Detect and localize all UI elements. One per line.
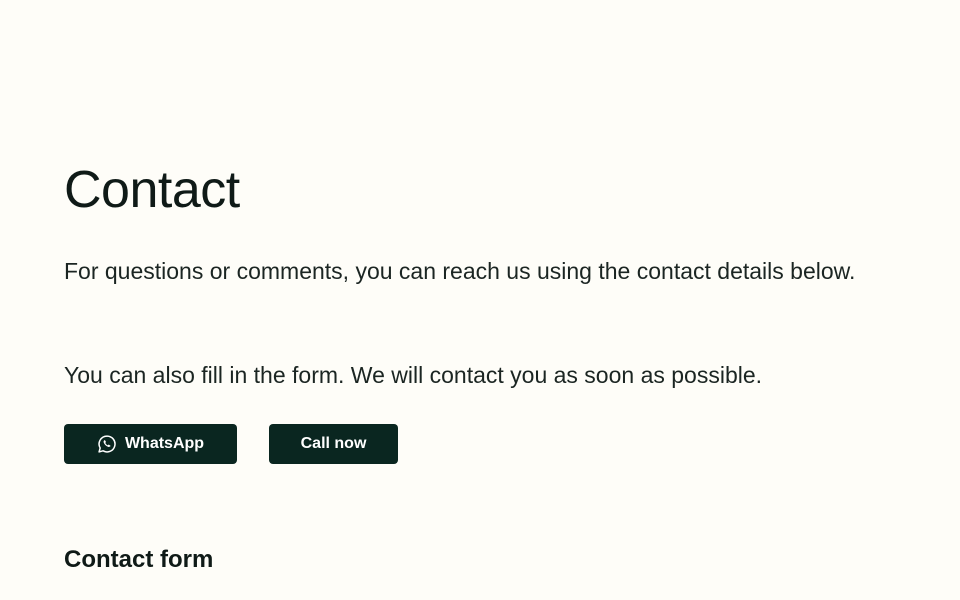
call-now-button[interactable]: Call now [269,424,398,464]
whatsapp-icon [97,434,117,454]
page-title: Contact [64,161,240,219]
call-now-button-label: Call now [300,435,367,452]
whatsapp-button-label: WhatsApp [124,435,205,452]
form-note-text: You can also fill in the form. We will c… [64,362,763,388]
intro-text: For questions or comments, you can reach… [64,258,856,284]
contact-form-heading: Contact form [64,546,214,573]
whatsapp-button[interactable]: WhatsApp [64,424,237,464]
